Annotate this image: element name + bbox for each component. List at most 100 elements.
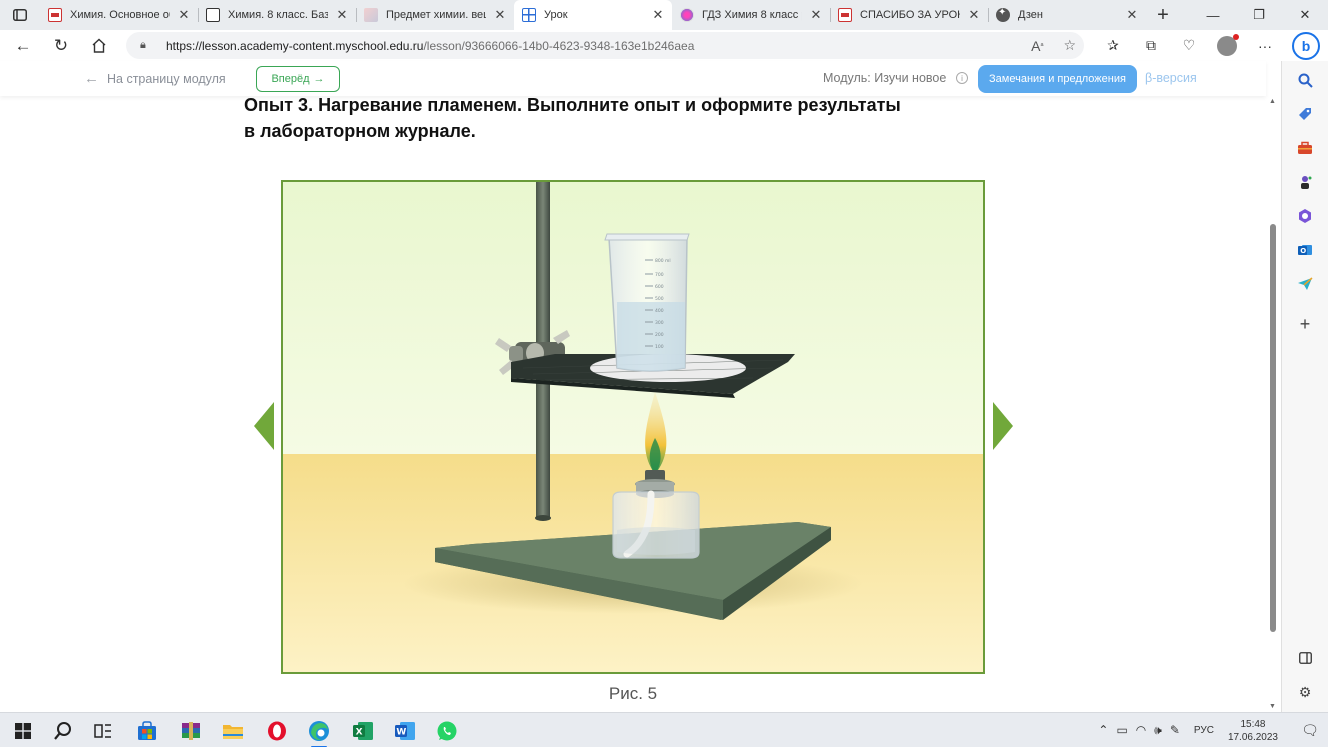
scrollbar-thumb[interactable] <box>1270 224 1276 632</box>
microsoft-store-icon[interactable] <box>136 720 158 742</box>
beaker-mark: 700 <box>655 272 664 278</box>
sidebar-layout-icon[interactable] <box>1294 647 1316 669</box>
svg-text:W: W <box>396 728 406 738</box>
windows-start-icon[interactable] <box>12 720 34 742</box>
home-icon <box>92 38 106 53</box>
reload-button[interactable]: ↻ <box>42 30 80 61</box>
restore-button[interactable]: ❐ <box>1236 0 1282 30</box>
battery-icon[interactable]: ▭ <box>1116 723 1127 738</box>
restore-icon: ❐ <box>1253 7 1265 22</box>
close-icon[interactable]: ✕ <box>1126 7 1138 23</box>
back-to-module-link[interactable]: ← На страницу модуля <box>84 70 226 87</box>
back-button[interactable]: ← <box>4 30 42 61</box>
shopping-tag-icon[interactable] <box>1294 103 1316 125</box>
close-window-button[interactable]: ✕ <box>1282 0 1328 30</box>
games-icon[interactable] <box>1294 171 1316 193</box>
pen-icon[interactable]: ✎ <box>1170 723 1180 738</box>
send-paper-plane-icon[interactable] <box>1294 273 1316 295</box>
browser-tab-3[interactable]: Предмет химии. вещ ✕ <box>356 0 514 30</box>
beaker-mark: 600 <box>655 284 664 290</box>
more-button[interactable]: ··· <box>1246 38 1284 54</box>
windows-taskbar: X W ⌃ ▭ ◠ 🕪︎ ✎ РУС 15:48 17.06.2023 🗨︎ <box>0 712 1328 747</box>
window-controls: — ❐ ✕ <box>1190 0 1328 30</box>
browser-tab-1[interactable]: Химия. Основное общ ✕ <box>40 0 198 30</box>
previous-slide-button[interactable] <box>254 402 274 450</box>
svg-text:O: O <box>1300 247 1306 255</box>
close-icon[interactable]: ✕ <box>494 7 506 23</box>
forward-button[interactable]: Вперёд → <box>256 66 340 92</box>
document-icon <box>206 8 220 22</box>
add-sidebar-app-icon[interactable]: + <box>1294 313 1316 335</box>
new-tab-button[interactable]: + <box>1146 0 1180 30</box>
browser-tab-7[interactable]: Дзен ✕ <box>988 0 1146 30</box>
tab-title: Химия. 8 класс. Базов <box>228 9 328 21</box>
browser-tab-5[interactable]: ГДЗ Химия 8 класс ра ✕ <box>672 0 830 30</box>
arrow-left-icon: ← <box>14 35 32 55</box>
minimize-icon: — <box>1206 7 1220 23</box>
chevron-up-icon[interactable]: ⌃ <box>1098 723 1108 738</box>
lock-icon: 🔒︎ <box>140 39 146 51</box>
settings-gear-icon[interactable]: ⚙ <box>1294 681 1316 703</box>
scroll-down-icon[interactable]: ▼ <box>1269 703 1276 710</box>
pdf-icon <box>48 8 62 22</box>
task-view-icon[interactable] <box>92 720 114 742</box>
info-icon[interactable]: i <box>956 72 968 84</box>
wifi-icon[interactable]: ◠ <box>1136 723 1146 738</box>
language-indicator[interactable]: РУС <box>1194 725 1214 736</box>
system-tray: ⌃ ▭ ◠ 🕪︎ ✎ РУС 15:48 17.06.2023 🗨︎ <box>1098 713 1328 747</box>
word-icon[interactable]: W <box>394 720 416 742</box>
outlook-icon[interactable]: O <box>1294 239 1316 261</box>
close-icon[interactable]: ✕ <box>810 7 822 23</box>
browser-tab-6[interactable]: СПАСИБО ЗА УРОК!- ✕ <box>830 0 988 30</box>
close-icon: ✕ <box>1299 7 1311 22</box>
clock[interactable]: 15:48 17.06.2023 <box>1228 718 1278 744</box>
profile-button[interactable] <box>1208 33 1246 56</box>
search-icon[interactable] <box>52 720 74 742</box>
tab-title: СПАСИБО ЗА УРОК!- <box>860 9 960 21</box>
close-icon[interactable]: ✕ <box>652 7 664 23</box>
tools-briefcase-icon[interactable] <box>1294 137 1316 159</box>
collections-button[interactable]: ⧉ <box>1132 37 1170 54</box>
beaker-mark: 800 ml <box>655 258 671 264</box>
file-explorer-icon[interactable] <box>222 720 244 742</box>
scroll-up-icon[interactable]: ▲ <box>1269 98 1276 105</box>
tab-actions-icon <box>13 9 27 21</box>
heading-line-1: Опыт 3. Нагревание пламенем. Выполните о… <box>244 95 901 115</box>
excel-icon[interactable]: X <box>352 720 374 742</box>
microsoft-365-icon[interactable] <box>1294 205 1316 227</box>
url-path: /lesson/93666066-14b0-4623-9348-163e1b24… <box>423 38 695 53</box>
address-bar[interactable]: 🔒︎ https://lesson.academy-content.myscho… <box>126 32 1084 59</box>
lesson-header: ← На страницу модуля Вперёд → Модуль: Из… <box>0 61 1266 96</box>
read-aloud-icon[interactable]: Aₐ <box>1031 38 1043 54</box>
beaker-mark: 300 <box>655 320 664 326</box>
home-button[interactable] <box>80 30 118 61</box>
notifications-icon[interactable]: 🗨︎ <box>1292 722 1328 739</box>
whatsapp-icon[interactable] <box>436 720 458 742</box>
browser-essentials-button[interactable]: ♡ <box>1170 37 1208 54</box>
edge-browser-icon[interactable] <box>308 720 330 747</box>
clock-time: 15:48 <box>1240 718 1266 730</box>
close-icon[interactable]: ✕ <box>178 7 190 23</box>
search-icon[interactable] <box>1294 69 1316 91</box>
opera-icon[interactable] <box>266 720 288 742</box>
minimize-button[interactable]: — <box>1190 0 1236 30</box>
page-scrollbar[interactable]: ▲ ▼ <box>1266 96 1280 712</box>
url-domain: https://lesson.academy-content.myschool.… <box>166 38 424 53</box>
volume-icon[interactable]: 🕪︎ <box>1154 723 1162 738</box>
winrar-icon[interactable] <box>180 720 202 742</box>
favorites-button[interactable]: ✰ <box>1094 37 1132 54</box>
next-slide-button[interactable] <box>993 402 1013 450</box>
bing-copilot-button[interactable]: b <box>1292 32 1320 60</box>
feedback-button[interactable]: Замечания и предложения <box>978 65 1137 93</box>
close-icon[interactable]: ✕ <box>336 7 348 23</box>
module-label: Модуль: Изучи новое <box>823 71 947 85</box>
close-icon[interactable]: ✕ <box>968 7 980 23</box>
favorite-star-icon[interactable]: ☆ <box>1063 37 1076 54</box>
tab-title: ГДЗ Химия 8 класс ра <box>702 9 802 21</box>
browser-toolbar: ← ↻ 🔒︎ https://lesson.academy-content.my… <box>0 30 1328 61</box>
reload-icon: ↻ <box>53 35 69 55</box>
collections-icon: ⧉ <box>1146 37 1156 53</box>
browser-tab-2[interactable]: Химия. 8 класс. Базов ✕ <box>198 0 356 30</box>
browser-tab-4[interactable]: Урок ✕ <box>514 0 672 30</box>
tab-actions-button[interactable] <box>0 0 40 30</box>
